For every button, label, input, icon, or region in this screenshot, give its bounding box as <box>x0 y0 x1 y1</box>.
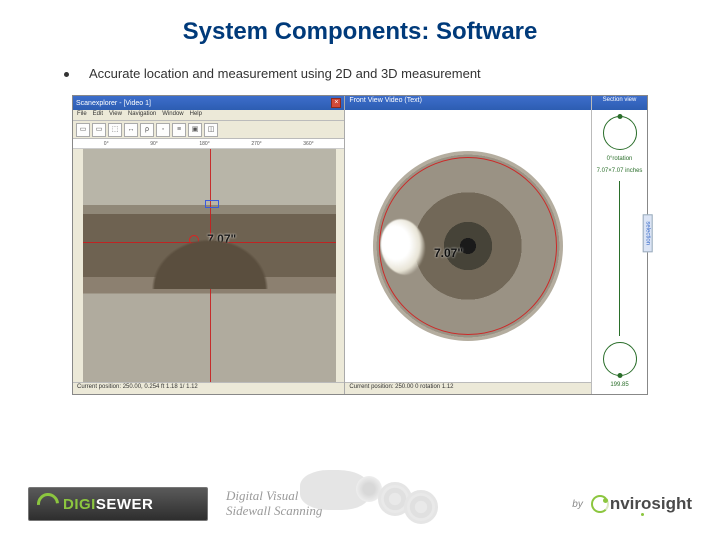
crosshair-vertical <box>210 149 211 382</box>
measurement-value-2d: 7.07" <box>207 232 236 246</box>
crawler-illustration <box>270 452 450 532</box>
pipe-interior: 7.07" <box>373 151 563 341</box>
section-bottom-label: 199.85 <box>610 382 628 388</box>
bullet-dot-icon <box>64 72 69 77</box>
tool-btn-4[interactable]: ↔ <box>124 123 138 137</box>
tool-btn-1[interactable]: ▭ <box>76 123 90 137</box>
close-icon[interactable]: × <box>331 98 341 108</box>
tool-btn-6[interactable]: ◦ <box>156 123 170 137</box>
menu-view[interactable]: View <box>109 111 122 119</box>
menu-navigation[interactable]: Navigation <box>128 111 156 119</box>
tool-btn-8[interactable]: ▣ <box>188 123 202 137</box>
section-connector-line <box>619 181 620 336</box>
menu-edit[interactable]: Edit <box>93 111 103 119</box>
selection-marker[interactable] <box>205 200 219 208</box>
swirl-subdot-icon <box>641 513 644 516</box>
tool-btn-5[interactable]: ρ <box>140 123 154 137</box>
front-view[interactable]: 7.07" <box>345 110 591 382</box>
ruler-mark-180: 180° <box>199 141 209 147</box>
envirosight-logo: nvirosight <box>591 494 692 514</box>
section-dot-icon <box>617 373 622 378</box>
section-circle-bottom <box>603 342 637 376</box>
window-title: Scanexplorer - [Video 1] <box>76 100 151 107</box>
ruler-mark-90: 90° <box>150 141 158 147</box>
ruler-mark-0: 0° <box>104 141 109 147</box>
tool-btn-2[interactable]: ▭ <box>92 123 106 137</box>
menu-file[interactable]: File <box>77 111 87 119</box>
digisewer-arc-icon <box>33 489 64 520</box>
section-view-panel: Section view 0°rotation 7.07×7.07 inches… <box>591 96 647 394</box>
bullet-item: Accurate location and measurement using … <box>0 58 720 95</box>
tool-btn-3[interactable]: ⬚ <box>108 123 122 137</box>
crosshair-horizontal <box>83 242 336 243</box>
slide-title: System Components: Software <box>0 0 720 58</box>
tool-btn-7[interactable]: ≡ <box>172 123 186 137</box>
envirosight-swirl-icon <box>591 495 609 513</box>
section-view-title: Section view <box>592 96 647 110</box>
menubar[interactable]: File Edit View Navigation Window Help <box>73 110 344 121</box>
footer: DIGISEWER Digital Visual Sidewall Scanni… <box>0 468 720 540</box>
ruler-mark-270: 270° <box>251 141 261 147</box>
section-top-label: 0°rotation <box>607 156 633 162</box>
menu-help[interactable]: Help <box>190 111 202 119</box>
measurement-value-3d: 7.07" <box>434 246 463 260</box>
software-screenshot: Scanexplorer - [Video 1] × File Edit Vie… <box>72 95 648 395</box>
statusbar-left: Current position: 250.00, 0.254 ft 1.18 … <box>73 382 344 394</box>
window-titlebar: Scanexplorer - [Video 1] × <box>73 96 344 110</box>
front-view-title: Front View Video (Text) <box>345 96 591 110</box>
section-dims: 7.07×7.07 inches <box>597 168 643 175</box>
by-label: by <box>572 499 583 510</box>
measurement-point-icon[interactable] <box>189 235 199 245</box>
logo-part-digi: DIGI <box>63 496 96 513</box>
swirl-dot-icon <box>603 498 608 503</box>
statusbar-right: Current position: 250.00 0 rotation 1.12 <box>345 382 591 394</box>
bullet-text: Accurate location and measurement using … <box>89 66 481 81</box>
logo-part-sewer: SEWER <box>96 496 154 513</box>
tool-btn-9[interactable]: ◫ <box>204 123 218 137</box>
menu-window[interactable]: Window <box>162 111 183 119</box>
section-circle-top <box>603 116 637 150</box>
flat-scan-view[interactable]: 7.07" <box>73 149 344 382</box>
toolbar: ▭ ▭ ⬚ ↔ ρ ◦ ≡ ▣ ◫ <box>73 121 344 139</box>
front-view-window: Front View Video (Text) 7.07" Current po… <box>345 96 591 394</box>
envirosight-text: nvirosight <box>610 494 692 514</box>
ruler-mark-360: 360° <box>303 141 313 147</box>
section-dot-icon <box>617 114 622 119</box>
digisewer-logo: DIGISEWER <box>28 487 208 521</box>
selection-handle[interactable]: selection <box>643 214 653 252</box>
degree-ruler: 0° 90° 180° 270° 360° <box>73 139 344 149</box>
by-envirosight: by nvirosight <box>572 494 692 514</box>
scanexplorer-window: Scanexplorer - [Video 1] × File Edit Vie… <box>73 96 345 394</box>
